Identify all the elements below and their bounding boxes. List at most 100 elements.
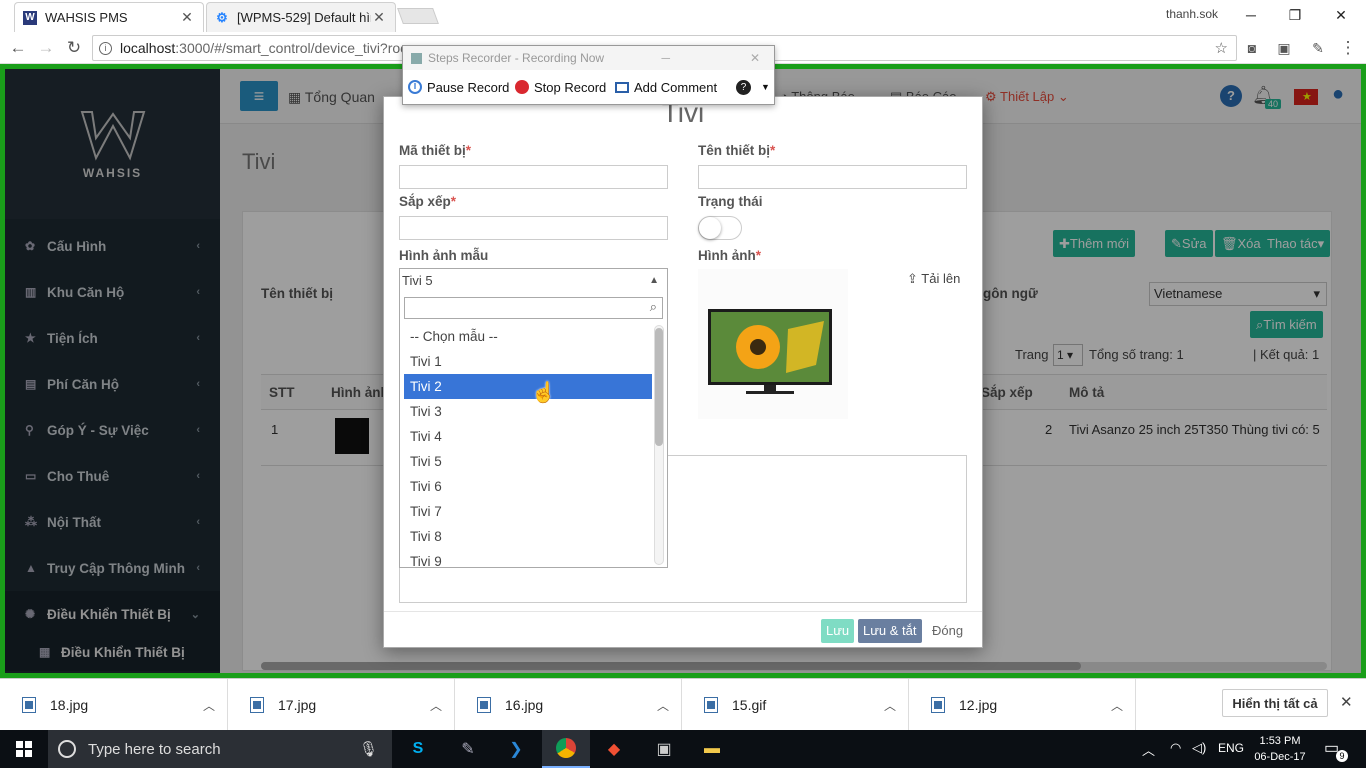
- chevron-up-icon[interactable]: ︿: [430, 697, 442, 714]
- show-all-downloads-button[interactable]: Hiển thị tất cả: [1222, 689, 1328, 717]
- dropdown-option[interactable]: Tivi 6: [404, 474, 652, 499]
- taskbar: Type here to search 🎙︎ S ✎ ❯ ◆ ▣ ▬ ︿ ◠ ◁…: [0, 730, 1366, 768]
- language-indicator[interactable]: ENG: [1218, 741, 1244, 755]
- paint-icon[interactable]: ✎: [444, 730, 492, 768]
- caret-down-icon[interactable]: ▼: [761, 82, 770, 92]
- close-recorder-icon[interactable]: ✕: [750, 51, 760, 65]
- selected-template[interactable]: Tivi 5: [402, 273, 433, 288]
- dropdown-scrollbar[interactable]: [654, 325, 664, 565]
- windows-start-icon[interactable]: [0, 730, 48, 768]
- dropdown-option-highlighted[interactable]: Tivi 2: [404, 374, 652, 399]
- dropdown-search-input[interactable]: ⌕: [404, 297, 663, 319]
- template-dropdown[interactable]: Tivi 5 ▲ ⌕ -- Chọn mẫu -- Tivi 1 Tivi 2 …: [399, 268, 668, 568]
- chevron-up-icon[interactable]: ︿: [1111, 697, 1123, 714]
- steps-recorder-window: Steps Recorder - Recording Now ✕ ─ ǁ Paus…: [402, 45, 775, 105]
- comment-icon: [615, 81, 629, 93]
- upload-button[interactable]: ⇪ Tải lên: [907, 271, 960, 287]
- cast-icon[interactable]: ▣: [1272, 36, 1296, 60]
- dropdown-option[interactable]: Tivi 9: [404, 549, 652, 567]
- download-shelf: 18.jpg ︿ 17.jpg ︿ 16.jpg ︿ 15.gif ︿ 12.jpg ︿ …: [0, 678, 1366, 731]
- skype-icon[interactable]: S: [394, 730, 442, 768]
- tab-wahsis[interactable]: W WAHSIS PMS ✕: [14, 2, 204, 32]
- info-icon[interactable]: i: [99, 41, 112, 55]
- image-file-icon: [250, 697, 264, 713]
- download-item[interactable]: 15.gif ︿: [682, 679, 909, 731]
- add-comment-button[interactable]: Add Comment: [615, 74, 717, 100]
- microphone-icon[interactable]: 🎙︎: [359, 740, 378, 758]
- close-button[interactable]: Đóng: [930, 619, 965, 643]
- close-shelf-icon[interactable]: ✕: [1340, 693, 1353, 711]
- recorder-help-button[interactable]: ? ▼: [736, 74, 770, 100]
- steps-recorder-titlebar: Steps Recorder - Recording Now ✕ ─: [403, 46, 774, 70]
- wahsis-favicon-icon: W: [23, 10, 37, 25]
- bookmark-star-icon[interactable]: ☆: [1215, 39, 1228, 57]
- steps-recorder-icon: [411, 52, 422, 64]
- extension-icon[interactable]: ✎: [1306, 36, 1330, 60]
- chevron-up-icon[interactable]: ︿: [884, 697, 896, 714]
- save-close-button[interactable]: Lưu & tắt: [858, 619, 922, 643]
- url-path: :3000/#/smart_control/device_tivi?roc: [175, 40, 408, 56]
- vscode-icon[interactable]: ❯: [492, 730, 540, 768]
- dropdown-option[interactable]: -- Chọn mẫu --: [404, 324, 652, 349]
- back-icon[interactable]: ←: [6, 36, 30, 60]
- download-item[interactable]: 12.jpg ︿: [909, 679, 1136, 731]
- download-item[interactable]: 18.jpg ︿: [0, 679, 228, 731]
- taskbar-search-box[interactable]: Type here to search 🎙︎: [48, 730, 392, 768]
- tab-title: WAHSIS PMS: [45, 10, 128, 25]
- chevron-up-icon: ▲: [649, 275, 659, 286]
- chevron-up-icon[interactable]: ︿: [203, 697, 215, 714]
- forward-icon[interactable]: →: [34, 36, 58, 60]
- modal-footer: Lưu Lưu & tắt Đóng: [384, 611, 982, 647]
- close-tab-icon[interactable]: ✕: [179, 9, 195, 26]
- network-icon[interactable]: ◠: [1170, 740, 1181, 756]
- camera-icon[interactable]: ◙: [1240, 36, 1264, 60]
- minimize-recorder-icon[interactable]: ─: [661, 51, 670, 65]
- image-file-icon: [931, 697, 945, 713]
- dropdown-option[interactable]: Tivi 4: [404, 424, 652, 449]
- order-input[interactable]: [399, 216, 668, 240]
- download-item[interactable]: 17.jpg ︿: [228, 679, 455, 731]
- git-icon[interactable]: ◆: [590, 730, 638, 768]
- dropdown-option[interactable]: Tivi 7: [404, 499, 652, 524]
- chevron-up-icon[interactable]: ︿: [657, 697, 669, 714]
- clock[interactable]: 1:53 PM 06-Dec-17: [1254, 733, 1306, 765]
- name-input[interactable]: [698, 165, 967, 189]
- minimize-icon[interactable]: ─: [1228, 0, 1274, 30]
- dropdown-option[interactable]: Tivi 3: [404, 399, 652, 424]
- upload-icon: ⇪: [907, 271, 922, 286]
- status-label: Trạng thái: [698, 194, 763, 209]
- notification-count-badge: 9: [1336, 750, 1348, 762]
- name-label: Tên thiết bị*: [698, 143, 776, 158]
- dropdown-option[interactable]: Tivi 1: [404, 349, 652, 374]
- reload-icon[interactable]: ↻: [62, 36, 86, 60]
- tab-jira[interactable]: ⚙ [WPMS-529] Default hình ✕: [206, 2, 396, 32]
- dropdown-list: -- Chọn mẫu -- Tivi 1 Tivi 2 Tivi 3 Tivi…: [400, 324, 652, 567]
- new-tab-button[interactable]: [397, 8, 439, 24]
- status-toggle[interactable]: [698, 216, 742, 240]
- tab-title: [WPMS-529] Default hình: [237, 10, 371, 25]
- tray-chevron-icon[interactable]: ︿: [1142, 740, 1155, 759]
- profile-name[interactable]: thanh.sok: [1166, 7, 1218, 21]
- volume-icon[interactable]: ◁): [1192, 740, 1206, 756]
- stop-record-button[interactable]: Stop Record: [515, 74, 606, 100]
- code-input[interactable]: [399, 165, 668, 189]
- help-circle-icon: ?: [736, 79, 751, 95]
- template-label: Hình ảnh mẫu: [399, 248, 489, 263]
- file-explorer-icon[interactable]: ▬: [688, 730, 736, 768]
- code-label: Mã thiết bị*: [399, 143, 472, 158]
- pause-icon: ǁ: [408, 80, 422, 94]
- close-tab-icon[interactable]: ✕: [371, 9, 387, 26]
- image-label: Hình ảnh*: [698, 248, 762, 263]
- restore-icon[interactable]: ❐: [1272, 0, 1318, 30]
- download-item[interactable]: 16.jpg ︿: [455, 679, 682, 731]
- steps-recorder-taskbar-icon[interactable]: ▣: [640, 730, 688, 768]
- dropdown-option[interactable]: Tivi 5: [404, 449, 652, 474]
- chrome-taskbar-icon[interactable]: [542, 730, 590, 768]
- close-window-icon[interactable]: ✕: [1318, 0, 1364, 30]
- save-button[interactable]: Lưu: [821, 619, 855, 643]
- dropdown-option[interactable]: Tivi 8: [404, 524, 652, 549]
- chrome-menu-icon[interactable]: ⋮: [1336, 36, 1360, 60]
- device-image-preview: [698, 269, 848, 419]
- image-file-icon: [22, 697, 36, 713]
- pause-record-button[interactable]: ǁ Pause Record: [408, 74, 509, 100]
